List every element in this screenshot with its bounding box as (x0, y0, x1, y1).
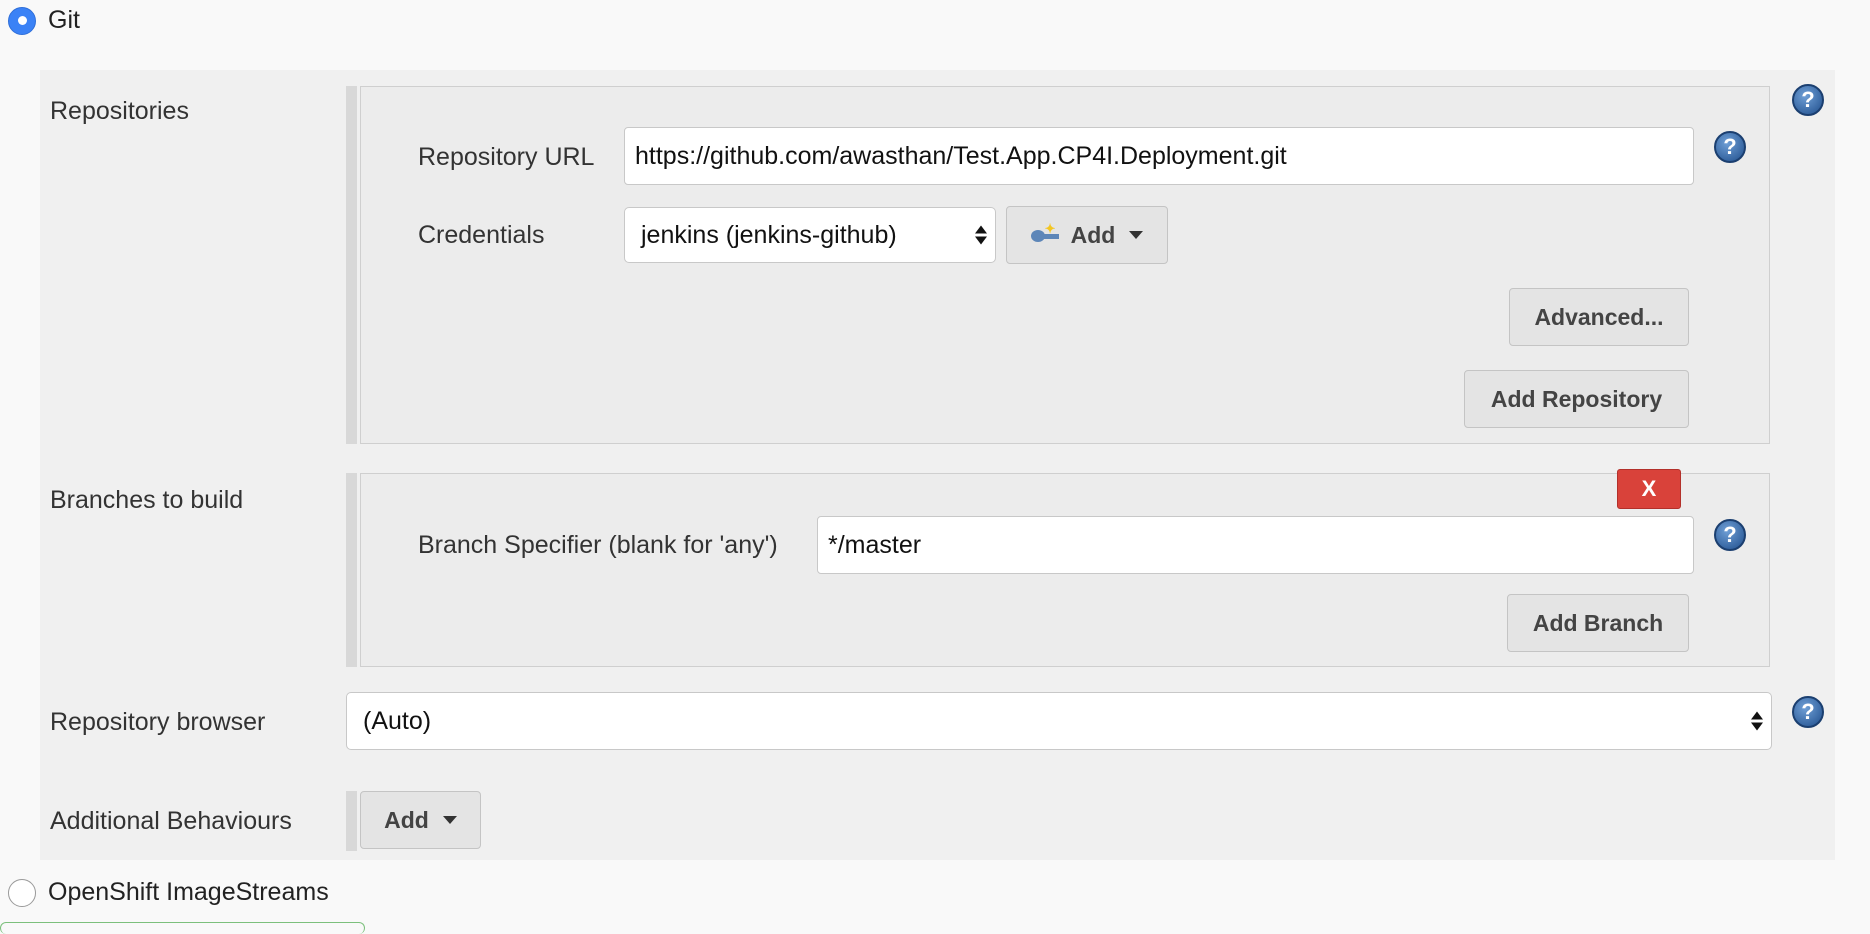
repository-url-help-icon[interactable]: ? (1714, 131, 1746, 163)
select-arrows-icon (1751, 711, 1763, 731)
next-section-edge (0, 922, 365, 934)
git-radio-label: Git (48, 6, 80, 34)
add-repository-button[interactable]: Add Repository (1464, 370, 1689, 428)
branch-specifier-help-icon[interactable]: ? (1714, 519, 1746, 551)
behaviours-block-bar (346, 791, 357, 851)
additional-behaviours-add-button[interactable]: Add (360, 791, 481, 849)
scm-option-git[interactable]: Git (8, 6, 80, 35)
repositories-help-icon[interactable]: ? (1792, 84, 1824, 116)
repository-url-label: Repository URL (418, 143, 595, 171)
select-arrows-icon (975, 225, 987, 245)
branches-label: Branches to build (50, 486, 244, 514)
scm-option-openshift[interactable]: OpenShift ImageStreams (8, 878, 329, 907)
delete-branch-button[interactable]: X (1617, 469, 1681, 509)
repository-url-input[interactable]: https://github.com/awasthan/Test.App.CP4… (624, 127, 1694, 185)
repositories-block-bar (346, 86, 357, 444)
additional-behaviours-add-label: Add (384, 806, 429, 833)
caret-down-icon (442, 816, 457, 824)
add-branch-button[interactable]: Add Branch (1507, 594, 1689, 652)
credentials-add-button[interactable]: ✦ Add (1006, 206, 1168, 264)
branch-specifier-label: Branch Specifier (blank for 'any') (418, 531, 778, 559)
advanced-button[interactable]: Advanced... (1509, 288, 1689, 346)
credentials-select-value: jenkins (jenkins-github) (641, 220, 897, 249)
git-radio[interactable] (8, 6, 36, 35)
branch-specifier-input[interactable]: */master (817, 516, 1694, 574)
repository-browser-value: (Auto) (363, 706, 432, 735)
repository-browser-help-icon[interactable]: ? (1792, 696, 1824, 728)
credentials-select[interactable]: jenkins (jenkins-github) (624, 207, 996, 263)
credentials-add-label: Add (1070, 221, 1116, 248)
openshift-radio[interactable] (8, 878, 36, 907)
credentials-label: Credentials (418, 221, 545, 249)
branches-block-bar (346, 473, 357, 667)
openshift-radio-label: OpenShift ImageStreams (48, 878, 329, 906)
additional-behaviours-label: Additional Behaviours (50, 807, 292, 835)
caret-down-icon (1129, 231, 1144, 239)
repositories-label: Repositories (50, 97, 189, 125)
repository-browser-select[interactable]: (Auto) (346, 692, 1772, 750)
key-icon: ✦ (1030, 221, 1061, 245)
repository-browser-label: Repository browser (50, 708, 266, 736)
